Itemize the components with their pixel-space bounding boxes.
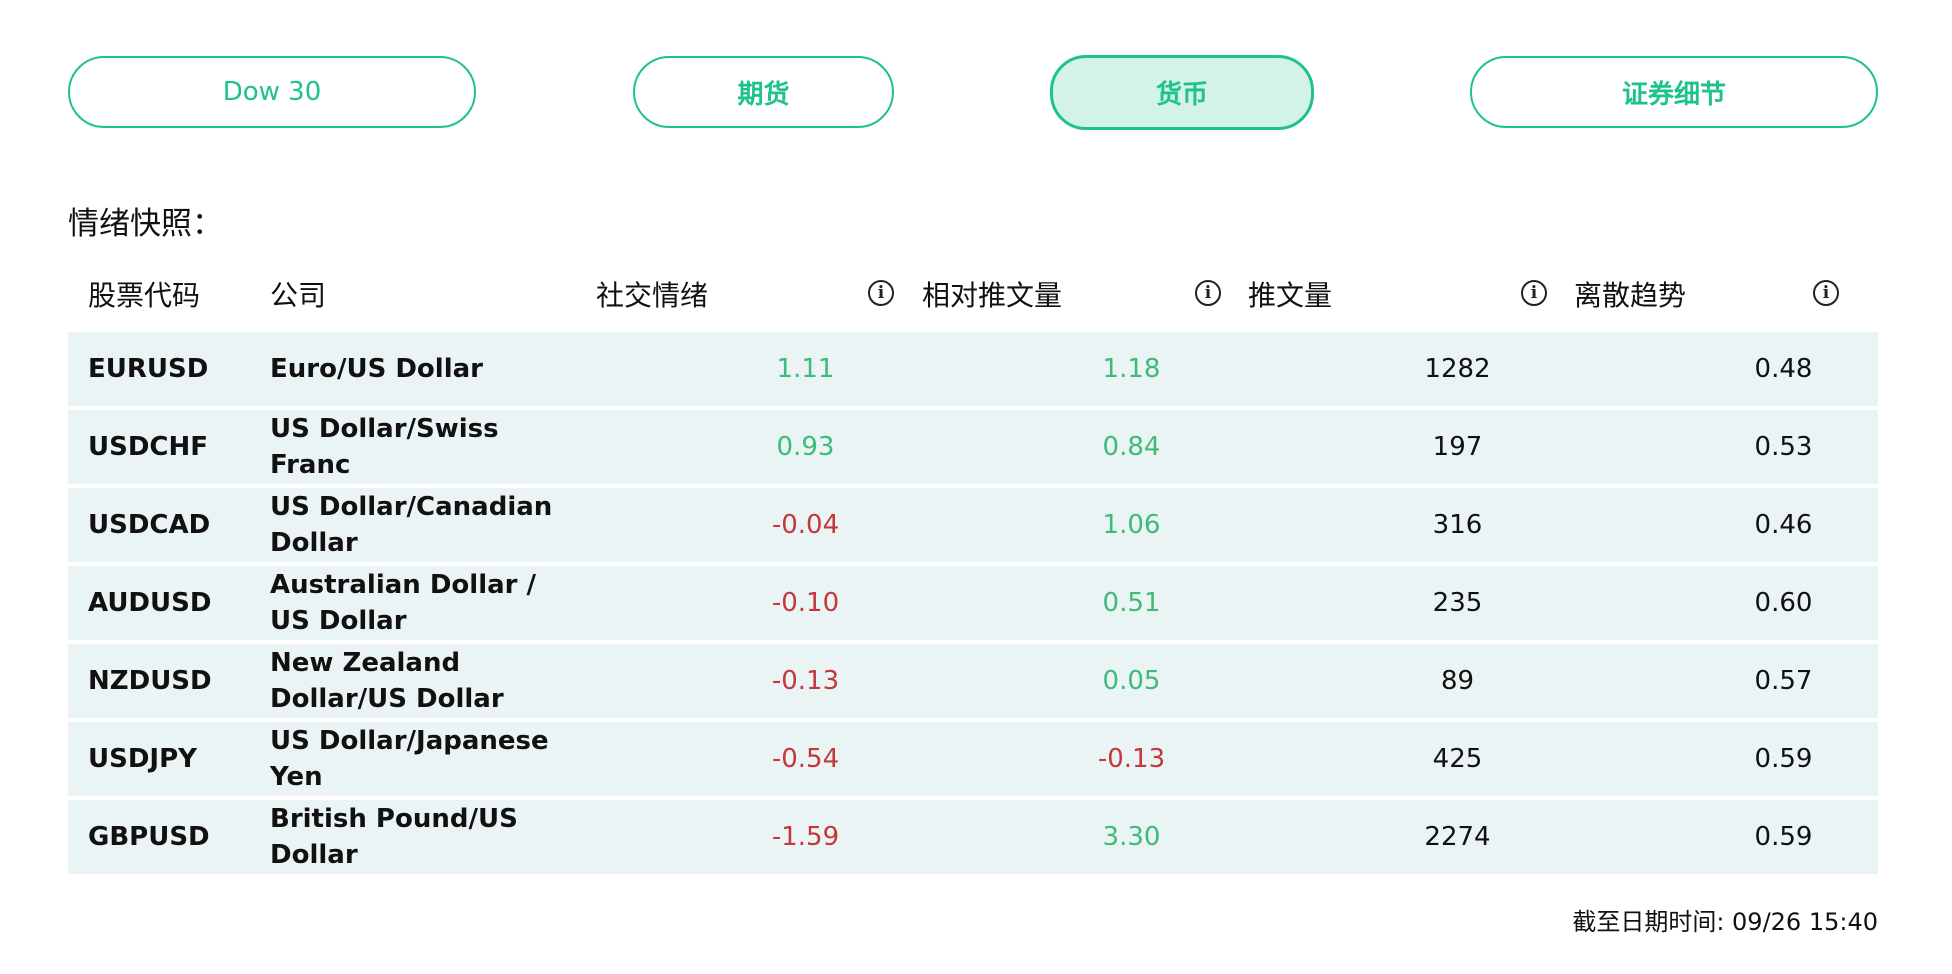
dispersion-cell: 0.57: [1754, 666, 1813, 696]
header-relative-volume: 相对推文量: [922, 279, 1063, 312]
category-tabs: Dow 30 期货 货币 证券细节: [0, 0, 1952, 140]
relative-volume-cell: 3.30: [1102, 822, 1161, 852]
tab-futures[interactable]: 期货: [633, 56, 894, 128]
as-of-timestamp: 截至日期时间: 09/26 15:40: [1572, 908, 1878, 936]
company-cell: British Pound/US Dollar: [270, 804, 518, 870]
table-row[interactable]: USDCAD US Dollar/Canadian Dollar -0.04 1.06…: [68, 488, 1878, 562]
relative-volume-cell: 0.84: [1102, 432, 1161, 462]
sentiment-info-icon[interactable]: i: [868, 280, 894, 306]
sentiment-cell: 0.93: [776, 432, 835, 462]
header-tweet-volume: 推文量: [1248, 279, 1333, 312]
header-symbol: 股票代码: [88, 279, 201, 312]
company-cell: US Dollar/Canadian Dollar: [270, 492, 553, 558]
sentiment-cell: -0.54: [771, 744, 840, 774]
sentiment-cell: -1.59: [771, 822, 840, 852]
tweet-volume-cell: 89: [1440, 666, 1475, 696]
sentiment-table: 股票代码 公司 社交情绪 i 相对推文量 i 推文量 i 离散趋势 i EURU…: [68, 262, 1878, 874]
sentiment-cell: -0.04: [771, 510, 840, 540]
tweet-volume-info-icon[interactable]: i: [1521, 280, 1547, 306]
table-body: EURUSD Euro/US Dollar 1.11 1.18 1282 0.48 USDC…: [68, 332, 1878, 874]
header-dispersion: 离散趋势: [1574, 279, 1687, 312]
dispersion-cell: 0.53: [1754, 432, 1813, 462]
section-title: 情绪快照：: [68, 206, 223, 242]
relative-volume-cell: 1.06: [1102, 510, 1161, 540]
tweet-volume-cell: 197: [1432, 432, 1483, 462]
header-company: 公司: [270, 279, 327, 312]
sentiment-cell: -0.10: [771, 588, 840, 618]
relative-volume-cell: 0.51: [1102, 588, 1161, 618]
company-cell: Euro/US Dollar: [270, 354, 483, 384]
company-cell: US Dollar/Japanese Yen: [270, 726, 549, 792]
relative-volume-info-icon[interactable]: i: [1195, 280, 1221, 306]
dispersion-cell: 0.59: [1754, 822, 1813, 852]
company-cell: New Zealand Dollar/US Dollar: [270, 648, 504, 714]
tweet-volume-cell: 425: [1432, 744, 1483, 774]
relative-volume-cell: 0.05: [1102, 666, 1161, 696]
symbol-cell: USDJPY: [88, 744, 197, 774]
tweet-volume-cell: 316: [1432, 510, 1483, 540]
table-row[interactable]: NZDUSD New Zealand Dollar/US Dollar -0.13 0…: [68, 644, 1878, 718]
company-cell: US Dollar/Swiss Franc: [270, 414, 499, 480]
symbol-cell: GBPUSD: [88, 822, 210, 852]
table-row[interactable]: USDJPY US Dollar/Japanese Yen -0.54 -0.13 42…: [68, 722, 1878, 796]
tweet-volume-cell: 2274: [1424, 822, 1491, 852]
symbol-cell: USDCHF: [88, 432, 209, 462]
dispersion-info-icon[interactable]: i: [1813, 280, 1839, 306]
table-row[interactable]: EURUSD Euro/US Dollar 1.11 1.18 1282 0.48: [68, 332, 1878, 406]
sentiment-cell: -0.13: [771, 666, 840, 696]
relative-volume-cell: 1.18: [1102, 354, 1161, 384]
tab-currency[interactable]: 货币: [1050, 55, 1314, 130]
symbol-cell: NZDUSD: [88, 666, 212, 696]
dispersion-cell: 0.46: [1754, 510, 1813, 540]
symbol-cell: USDCAD: [88, 510, 211, 540]
relative-volume-cell: -0.13: [1097, 744, 1166, 774]
tweet-volume-cell: 235: [1432, 588, 1483, 618]
dispersion-cell: 0.60: [1754, 588, 1813, 618]
dispersion-cell: 0.48: [1754, 354, 1813, 384]
table-row[interactable]: GBPUSD British Pound/US Dollar -1.59 3.30 22…: [68, 800, 1878, 874]
symbol-cell: EURUSD: [88, 354, 209, 384]
company-cell: Australian Dollar / US Dollar: [270, 570, 537, 636]
table-row[interactable]: USDCHF US Dollar/Swiss Franc 0.93 0.84 197 0.…: [68, 410, 1878, 484]
header-sentiment: 社交情绪: [596, 279, 709, 312]
dispersion-cell: 0.59: [1754, 744, 1813, 774]
tab-security-details[interactable]: 证券细节: [1470, 56, 1878, 128]
tweet-volume-cell: 1282: [1424, 354, 1491, 384]
tab-dow-30[interactable]: Dow 30: [68, 56, 476, 128]
table-row[interactable]: AUDUSD Australian Dollar / US Dollar -0.10…: [68, 566, 1878, 640]
table-header: 股票代码 公司 社交情绪 i 相对推文量 i 推文量 i 离散趋势 i: [68, 262, 1878, 332]
symbol-cell: AUDUSD: [88, 588, 212, 618]
sentiment-cell: 1.11: [776, 354, 835, 384]
